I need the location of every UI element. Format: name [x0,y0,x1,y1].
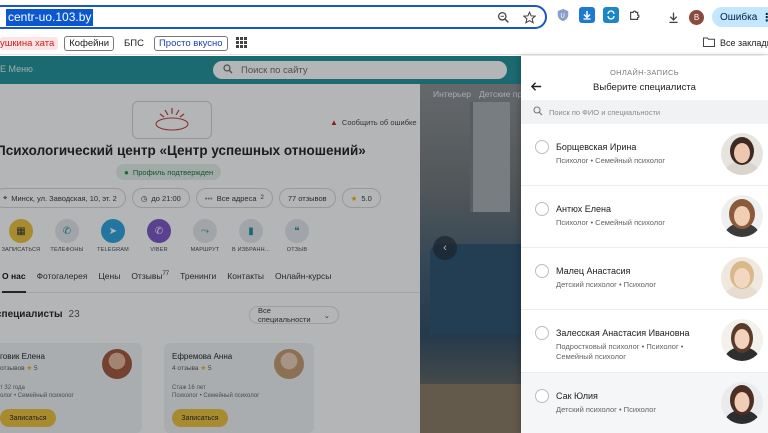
shield-extension-icon[interactable]: U [555,7,571,23]
apps-grid-icon[interactable] [235,36,247,51]
specialist-radio[interactable] [535,202,549,216]
bookmarks-bar: ушкина хата Кофейни БПС Просто вкусно Вс… [0,33,768,55]
all-bookmarks-label: Все закладк [720,38,768,48]
specialist-specialty: Детский психолог • Психолог [556,405,657,414]
panel-overline: ОНЛАЙН-ЗАПИСЬ [610,68,679,77]
modal-overlay[interactable] [0,56,521,433]
specialist-row[interactable]: Малец Анастасия Детский психолог • Психо… [521,248,768,310]
bookmark-star-icon[interactable] [521,9,537,25]
bookmark-prosto-vkusno[interactable]: Просто вкусно [153,36,228,51]
error-label: Ошибка [720,11,758,23]
folder-icon [703,37,715,49]
specialist-name: Борщевская Ирина [556,142,637,152]
address-bar[interactable]: centr-uo.103.by [0,5,547,29]
specialist-photo [721,257,763,299]
specialist-row[interactable]: Залесская Анастасия Ивановна Подростковы… [521,310,768,373]
all-bookmarks[interactable]: Все закладк [703,37,768,49]
specialist-radio[interactable] [535,264,549,278]
kebab-menu-icon: ⋮ [761,11,768,24]
svg-text:U: U [560,13,564,20]
specialist-radio[interactable] [535,140,549,154]
downloads-icon[interactable] [665,9,681,25]
specialist-photo [721,319,763,361]
specialist-name: Малец Анастасия [556,266,631,276]
specialist-row[interactable]: Антюх Елена Психолог • Семейный психолог [521,186,768,248]
zoom-icon[interactable] [495,9,511,25]
specialist-name: Антюх Елена [556,204,611,214]
specialist-name: Залесская Анастасия Ивановна [556,328,690,338]
specialist-search-input[interactable]: Поиск по ФИО и специальности [521,100,768,124]
bookmark-ushkina-hata[interactable]: ушкина хата [0,37,59,50]
extensions-puzzle-icon[interactable] [627,7,643,23]
specialist-specialty: Подростковый психолог • Психолог • Семей… [556,342,684,361]
sync-extension-icon[interactable] [603,7,619,23]
specialist-photo [721,133,763,175]
specialist-name: Сак Юлия [556,391,598,401]
bookmark-bps[interactable]: БПС [120,37,148,50]
browser-toolbar: centr-uo.103.by U B Ошибка ⋮ [0,0,768,33]
url-text[interactable]: centr-uo.103.by [6,8,94,26]
specialist-row[interactable]: Борщевская Ирина Психолог • Семейный пси… [521,124,768,186]
panel-title: Выберите специалиста [593,82,696,93]
specialist-radio[interactable] [535,326,549,340]
specialist-list: Борщевская Ирина Психолог • Семейный пси… [521,124,768,433]
specialist-photo [721,382,763,424]
bookmark-kofeini[interactable]: Кофейни [64,36,115,51]
search-icon [533,106,543,118]
specialist-search-placeholder: Поиск по ФИО и специальности [549,107,661,117]
specialist-row[interactable]: Сак Юлия Детский психолог • Психолог [521,373,768,433]
specialist-photo [721,195,763,237]
specialist-specialty: Психолог • Семейный психолог [556,156,666,165]
specialist-specialty: Психолог • Семейный психолог [556,218,666,227]
specialist-radio[interactable] [535,389,549,403]
profile-avatar[interactable]: B [689,9,704,25]
specialist-specialty: Детский психолог • Психолог [556,280,657,289]
browser-error-button[interactable]: Ошибка ⋮ [712,7,768,27]
booking-panel: ОНЛАЙН-ЗАПИСЬ Выберите специалиста Поиск… [521,56,768,433]
download-extension-icon[interactable] [579,7,595,23]
